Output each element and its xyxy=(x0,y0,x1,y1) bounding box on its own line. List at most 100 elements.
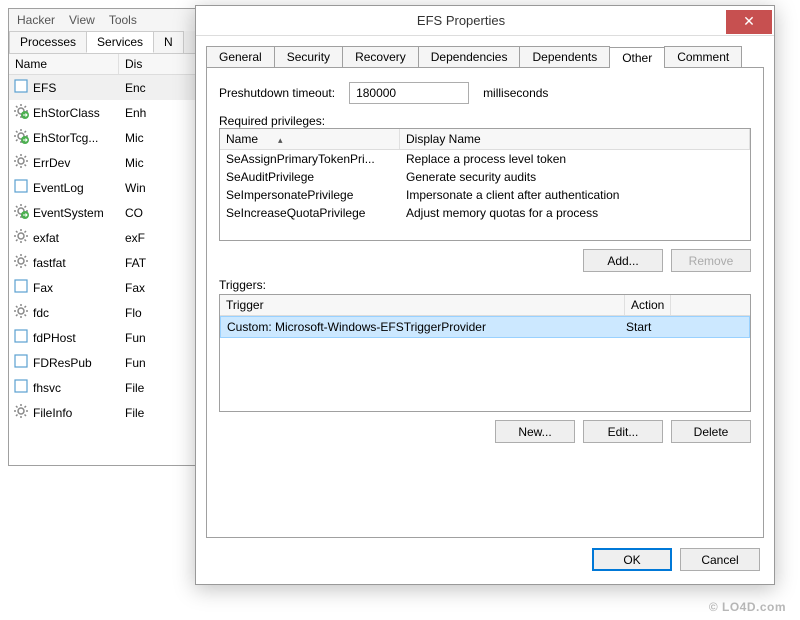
cancel-button[interactable]: Cancel xyxy=(680,548,760,571)
menu-view[interactable]: View xyxy=(69,13,95,27)
dialog-body: GeneralSecurityRecoveryDependenciesDepen… xyxy=(196,36,774,538)
privileges-list[interactable]: Name▴ Display Name SeAssignPrimaryTokenP… xyxy=(219,128,751,241)
triggers-label: Triggers: xyxy=(219,278,751,292)
service-name: ErrDev xyxy=(33,156,121,170)
trigger-buttons: New... Edit... Delete xyxy=(219,420,751,443)
service-row[interactable]: fhsvc File xyxy=(9,375,207,400)
service-name: FileInfo xyxy=(33,406,121,420)
blank-icon xyxy=(13,353,29,372)
service-row[interactable]: EhStorClassEnh xyxy=(9,100,207,125)
service-row[interactable]: fdPHost Fun xyxy=(9,325,207,350)
service-row[interactable]: EhStorTcg...Mic xyxy=(9,125,207,150)
service-name: EFS xyxy=(33,81,121,95)
tab-processes[interactable]: Processes xyxy=(9,31,87,53)
service-desc: Fun xyxy=(125,356,203,370)
column-description[interactable]: Dis xyxy=(119,54,207,74)
service-desc: CO xyxy=(125,206,203,220)
priv-display: Replace a process level token xyxy=(406,152,744,166)
dialog-tab-recovery[interactable]: Recovery xyxy=(342,46,419,67)
delete-button[interactable]: Delete xyxy=(671,420,751,443)
required-privileges-label: Required privileges: xyxy=(219,114,751,128)
service-desc: Mic xyxy=(125,131,203,145)
privilege-row[interactable]: SeImpersonatePrivilegeImpersonate a clie… xyxy=(220,186,750,204)
ok-button[interactable]: OK xyxy=(592,548,672,571)
privilege-row[interactable]: SeAssignPrimaryTokenPri...Replace a proc… xyxy=(220,150,750,168)
privileges-body[interactable]: SeAssignPrimaryTokenPri...Replace a proc… xyxy=(220,150,750,240)
service-list[interactable]: EFSEncEhStorClassEnhEhStorTcg...MicErrDe… xyxy=(9,75,207,465)
gear-icon xyxy=(13,303,29,322)
service-name: fastfat xyxy=(33,256,121,270)
menu-hacker[interactable]: Hacker xyxy=(17,13,55,27)
close-icon: ✕ xyxy=(743,13,755,30)
tab-services[interactable]: Services xyxy=(86,31,154,53)
service-row[interactable]: ErrDevMic xyxy=(9,150,207,175)
service-name: exfat xyxy=(33,231,121,245)
tab-network[interactable]: N xyxy=(153,31,184,53)
service-desc: Flo xyxy=(125,306,203,320)
triggers-body[interactable]: Custom: Microsoft-Windows-EFSTriggerProv… xyxy=(220,316,750,411)
blank-icon xyxy=(13,178,29,197)
service-desc: Win xyxy=(125,181,203,195)
service-row[interactable]: EFSEnc xyxy=(9,75,207,100)
action-column[interactable]: Action xyxy=(625,295,671,315)
service-desc: File xyxy=(125,381,203,395)
column-name[interactable]: Name xyxy=(9,54,119,74)
edit-button[interactable]: Edit... xyxy=(583,420,663,443)
service-row[interactable]: EventSystem CO xyxy=(9,200,207,225)
titlebar[interactable]: EFS Properties ✕ xyxy=(196,6,774,36)
service-name: fdPHost xyxy=(33,331,121,345)
privilege-row[interactable]: SeAuditPrivilegeGenerate security audits xyxy=(220,168,750,186)
service-row[interactable]: fastfatFAT xyxy=(9,250,207,275)
gear-go-icon xyxy=(13,128,29,147)
blank-icon xyxy=(13,378,29,397)
dialog-tab-other[interactable]: Other xyxy=(609,47,665,68)
menu-tools[interactable]: Tools xyxy=(109,13,137,27)
priv-display: Adjust memory quotas for a process xyxy=(406,206,744,220)
new-button[interactable]: New... xyxy=(495,420,575,443)
main-tabs: Processes Services N xyxy=(9,31,207,54)
service-row[interactable]: FaxFax xyxy=(9,275,207,300)
triggers-list[interactable]: Trigger Action Custom: Microsoft-Windows… xyxy=(219,294,751,412)
service-name: EhStorClass xyxy=(33,106,121,120)
trigger-action: Start xyxy=(626,320,651,334)
service-row[interactable]: FDResPubFun xyxy=(9,350,207,375)
priv-name: SeAuditPrivilege xyxy=(226,170,406,184)
service-desc: Fun xyxy=(125,331,203,345)
close-button[interactable]: ✕ xyxy=(726,10,772,34)
triggers-header: Trigger Action xyxy=(220,295,750,316)
sort-asc-icon: ▴ xyxy=(278,135,283,146)
dialog-tab-dependents[interactable]: Dependents xyxy=(519,46,610,67)
service-desc: Fax xyxy=(125,281,203,295)
gear-icon xyxy=(13,153,29,172)
dialog-footer: OK Cancel xyxy=(196,538,774,581)
blank-icon xyxy=(13,278,29,297)
trigger-row[interactable]: Custom: Microsoft-Windows-EFSTriggerProv… xyxy=(220,316,750,338)
service-name: EventLog xyxy=(33,181,121,195)
service-name: fdc xyxy=(33,306,121,320)
trigger-column[interactable]: Trigger xyxy=(220,295,625,315)
service-name: fhsvc xyxy=(33,381,121,395)
dialog-tab-comment[interactable]: Comment xyxy=(664,46,742,67)
priv-column-display[interactable]: Display Name xyxy=(400,129,750,149)
add-button[interactable]: Add... xyxy=(583,249,663,272)
service-row[interactable]: exfatexF xyxy=(9,225,207,250)
priv-column-name[interactable]: Name▴ xyxy=(220,129,400,149)
dialog-tab-security[interactable]: Security xyxy=(274,46,343,67)
privilege-row[interactable]: SeIncreaseQuotaPrivilegeAdjust memory qu… xyxy=(220,204,750,222)
service-row[interactable]: fdc Flo xyxy=(9,300,207,325)
blank-icon xyxy=(13,78,29,97)
service-desc: File xyxy=(125,406,203,420)
preshutdown-input[interactable] xyxy=(349,82,469,104)
service-list-header: Name Dis xyxy=(9,54,207,75)
gear-go-icon xyxy=(13,203,29,222)
service-name: EventSystem xyxy=(33,206,121,220)
dialog-tab-general[interactable]: General xyxy=(206,46,275,67)
gear-icon xyxy=(13,228,29,247)
preshutdown-unit: milliseconds xyxy=(483,86,548,100)
gear-icon xyxy=(13,403,29,422)
preshutdown-label: Preshutdown timeout: xyxy=(219,86,335,100)
dialog-tab-dependencies[interactable]: Dependencies xyxy=(418,46,521,67)
service-row[interactable]: EventLog Win xyxy=(9,175,207,200)
service-row[interactable]: FileInfo File xyxy=(9,400,207,425)
trigger-text: Custom: Microsoft-Windows-EFSTriggerProv… xyxy=(227,320,626,334)
